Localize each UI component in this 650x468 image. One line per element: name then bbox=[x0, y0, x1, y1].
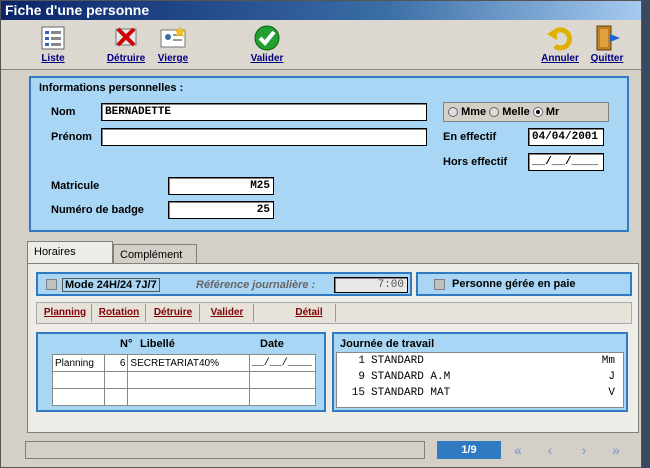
window-title: Fiche d'une personne bbox=[1, 1, 641, 20]
melle-radio[interactable] bbox=[489, 107, 500, 118]
paie-label: Personne gérée en paie bbox=[452, 278, 576, 290]
col-date-header: Date bbox=[260, 338, 284, 350]
blank-card-icon bbox=[160, 26, 186, 48]
person-form-window: Fiche d'une personne Liste Détruire Vier… bbox=[0, 0, 642, 468]
badge-input[interactable]: 25 bbox=[168, 201, 274, 219]
matricule-input[interactable]: M25 bbox=[168, 177, 274, 195]
ref-input[interactable]: 7:00 bbox=[334, 277, 408, 293]
paie-checkbox[interactable] bbox=[434, 279, 445, 290]
journee-title: Journée de travail bbox=[340, 338, 435, 350]
prenom-label: Prénom bbox=[51, 131, 92, 143]
col-libelle-header: Libellé bbox=[140, 338, 175, 350]
col-num-header: N° bbox=[120, 338, 133, 350]
paie-panel: Personne gérée en paie bbox=[416, 272, 632, 296]
en-effectif-label: En effectif bbox=[443, 131, 497, 143]
nom-label: Nom bbox=[51, 106, 76, 118]
mr-radio[interactable] bbox=[532, 107, 543, 118]
horaires-tab-content: Mode 24H/24 7J/7 Référence journalière :… bbox=[27, 263, 639, 433]
hors-effectif-label: Hors effectif bbox=[443, 156, 508, 168]
journee-list: 1 STANDARD Mm 9 STANDARD A.M J 15 STANDA… bbox=[336, 352, 624, 408]
exit-door-icon bbox=[596, 25, 620, 51]
mode-panel: Mode 24H/24 7J/7 Référence journalière :… bbox=[36, 272, 412, 296]
toolbar: Liste Détruire Vierge Valider Annuler Qu… bbox=[1, 20, 641, 70]
list-item[interactable]: 1 STANDARD Mm bbox=[337, 355, 621, 369]
mme-radio[interactable] bbox=[448, 107, 458, 118]
prev-page-icon[interactable]: ‹ bbox=[539, 441, 561, 459]
planning-button[interactable]: Planning bbox=[39, 304, 92, 322]
undo-icon bbox=[547, 27, 572, 51]
list-icon bbox=[41, 26, 65, 50]
hors-effectif-input[interactable]: __/__/____ bbox=[528, 153, 604, 171]
ref-label: Référence journalière : bbox=[196, 279, 316, 291]
assignment-panel: N° Libellé Date Planning 6 SECRETARIAT40… bbox=[36, 332, 326, 412]
table-row[interactable] bbox=[52, 371, 317, 389]
valider-row-button[interactable]: Valider bbox=[201, 304, 254, 322]
status-bar bbox=[25, 441, 425, 459]
annuler-button[interactable]: Annuler bbox=[538, 22, 582, 66]
detruire-button[interactable]: Détruire bbox=[104, 22, 148, 66]
badge-label: Numéro de badge bbox=[51, 204, 144, 216]
list-item[interactable]: 9 STANDARD A.M J bbox=[337, 371, 621, 385]
next-page-icon[interactable]: › bbox=[573, 441, 595, 459]
table-row[interactable] bbox=[52, 388, 317, 406]
liste-button[interactable]: Liste bbox=[31, 22, 75, 66]
section-title: Informations personnelles : bbox=[39, 82, 184, 94]
page-indicator: 1/9 bbox=[437, 441, 501, 459]
rotation-button[interactable]: Rotation bbox=[93, 304, 146, 322]
tab-horaires[interactable]: Horaires bbox=[27, 241, 113, 263]
tab-complement[interactable]: Complément bbox=[113, 244, 197, 264]
last-page-icon[interactable]: » bbox=[605, 441, 627, 459]
first-page-icon[interactable]: « bbox=[507, 441, 529, 459]
list-item[interactable]: 15 STANDARD MAT V bbox=[337, 387, 621, 401]
mode-label: Mode 24H/24 7J/7 bbox=[62, 278, 160, 292]
assignment-table: Planning 6 SECRETARIAT40% __/__/____ bbox=[52, 354, 317, 406]
checkmark-icon bbox=[254, 25, 280, 51]
en-effectif-input[interactable]: 04/04/2001 bbox=[528, 128, 604, 146]
delete-icon bbox=[115, 27, 137, 47]
table-row[interactable]: Planning 6 SECRETARIAT40% __/__/____ bbox=[52, 354, 317, 372]
journee-panel: Journée de travail 1 STANDARD Mm 9 STAND… bbox=[332, 332, 628, 412]
matricule-label: Matricule bbox=[51, 180, 100, 192]
detruire-row-button[interactable]: Détruire bbox=[147, 304, 200, 322]
prenom-input[interactable] bbox=[101, 128, 427, 146]
nom-input[interactable]: BERNADETTE bbox=[101, 103, 427, 121]
personal-info-panel: Informations personnelles : Nom BERNADET… bbox=[29, 76, 629, 232]
vierge-button[interactable]: Vierge bbox=[151, 22, 195, 66]
civilite-group: Mme Melle Mr bbox=[443, 102, 609, 122]
valider-button[interactable]: Valider bbox=[245, 22, 289, 66]
quitter-button[interactable]: Quitter bbox=[585, 22, 629, 66]
mode-checkbox[interactable] bbox=[46, 279, 57, 290]
action-bar: Planning Rotation Détruire Valider Détai… bbox=[36, 302, 632, 324]
detail-button[interactable]: Détail bbox=[283, 304, 336, 322]
